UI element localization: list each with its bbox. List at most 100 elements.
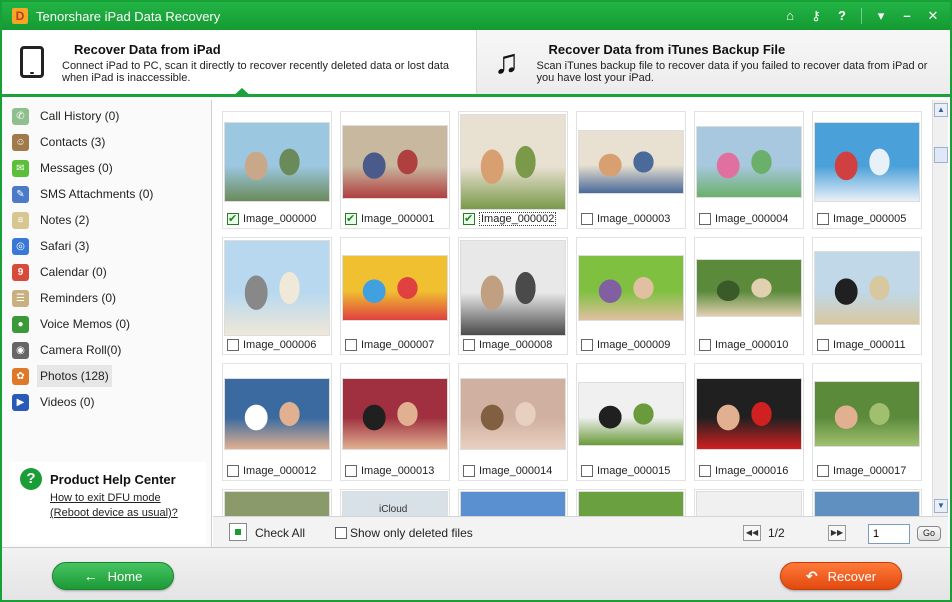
photo-card[interactable]: Image_000003 xyxy=(576,111,686,229)
photo-checkbox[interactable] xyxy=(463,339,475,351)
photo-thumbnail[interactable] xyxy=(224,239,330,337)
photo-thumbnail[interactable] xyxy=(696,365,802,463)
photo-thumbnail[interactable] xyxy=(814,365,920,463)
check-all-button[interactable] xyxy=(229,523,247,541)
photo-thumbnail[interactable] xyxy=(578,113,684,211)
sidebar-item[interactable]: ≡ Notes (2) xyxy=(2,207,211,233)
photo-card[interactable]: Image_000009 xyxy=(576,237,686,355)
photo-card[interactable]: Image_000007 xyxy=(340,237,450,355)
photo-select[interactable]: Image_000011 xyxy=(817,338,906,352)
photo-checkbox[interactable] xyxy=(817,465,829,477)
photo-thumbnail[interactable] xyxy=(696,239,802,337)
reboot-help-link[interactable]: (Reboot device as usual)? xyxy=(50,507,178,519)
photo-checkbox[interactable] xyxy=(581,465,593,477)
photo-select[interactable]: Image_000010 xyxy=(699,338,788,352)
photo-checkbox[interactable] xyxy=(581,213,593,225)
photo-checkbox[interactable] xyxy=(227,212,239,225)
photo-card[interactable]: Image_000008 xyxy=(458,237,568,355)
home-icon[interactable]: ⌂ xyxy=(779,6,801,26)
photo-card[interactable] xyxy=(222,489,332,516)
photo-checkbox[interactable] xyxy=(581,339,593,351)
photo-select[interactable]: Image_000017 xyxy=(817,464,906,478)
photo-select[interactable]: Image_000008 xyxy=(463,338,552,352)
photo-select[interactable]: Image_000007 xyxy=(345,338,434,352)
photo-select[interactable]: Image_000012 xyxy=(227,464,316,478)
photo-card[interactable]: Image_000006 xyxy=(222,237,332,355)
photo-checkbox[interactable] xyxy=(463,465,475,477)
sidebar-item[interactable]: ✆ Call History (0) xyxy=(2,103,211,129)
photo-select[interactable]: Image_000005 xyxy=(817,212,906,226)
photo-thumbnail[interactable] xyxy=(224,113,330,211)
page-number-input[interactable] xyxy=(868,524,910,544)
sidebar-item[interactable]: ◎ Safari (3) xyxy=(2,233,211,259)
photo-card[interactable] xyxy=(576,489,686,516)
photo-thumbnail[interactable] xyxy=(696,113,802,211)
sidebar-item[interactable]: ☺ Contacts (3) xyxy=(2,129,211,155)
home-button[interactable]: ← Home xyxy=(52,562,174,590)
photo-thumbnail[interactable] xyxy=(342,239,448,337)
minimize-icon[interactable]: – xyxy=(896,6,918,26)
photo-checkbox[interactable] xyxy=(345,212,357,225)
photo-thumbnail[interactable] xyxy=(814,491,920,516)
photo-select[interactable]: Image_000006 xyxy=(227,338,316,352)
menu-icon[interactable]: ▾ xyxy=(870,6,892,26)
show-deleted-checkbox[interactable] xyxy=(335,527,347,539)
scroll-up-icon[interactable]: ▲ xyxy=(934,103,948,117)
photo-thumbnail[interactable] xyxy=(814,239,920,337)
dfu-help-link[interactable]: How to exit DFU mode xyxy=(50,492,161,504)
next-page-button[interactable]: ▶▶ xyxy=(828,525,846,541)
photo-checkbox[interactable] xyxy=(699,213,711,225)
gallery-scrollbar[interactable]: ▲ ▼ xyxy=(932,100,948,516)
recover-button[interactable]: ↶ Recover xyxy=(780,562,902,590)
photo-select[interactable]: Image_000015 xyxy=(581,464,670,478)
photo-card[interactable]: Image_000010 xyxy=(694,237,804,355)
photo-thumbnail[interactable] xyxy=(342,113,448,211)
photo-card[interactable]: iCloud xyxy=(340,489,450,516)
help-icon[interactable]: ? xyxy=(831,6,853,26)
photo-thumbnail[interactable] xyxy=(342,365,448,463)
photo-card[interactable]: Image_000014 xyxy=(458,363,568,481)
key-icon[interactable]: ⚷ xyxy=(805,6,827,26)
photo-card[interactable]: Image_000005 xyxy=(812,111,922,229)
photo-select[interactable]: Image_000004 xyxy=(699,212,788,226)
photo-thumbnail[interactable] xyxy=(578,365,684,463)
tab-recover-from-itunes[interactable]: ♫ Recover Data from iTunes Backup File S… xyxy=(476,30,950,94)
photo-card[interactable] xyxy=(694,489,804,516)
photo-checkbox[interactable] xyxy=(463,212,475,225)
photo-card[interactable] xyxy=(812,489,922,516)
photo-select[interactable]: Image_000003 xyxy=(581,212,670,226)
photo-select[interactable]: Image_000009 xyxy=(581,338,670,352)
sidebar-item[interactable]: ✎ SMS Attachments (0) xyxy=(2,181,211,207)
photo-checkbox[interactable] xyxy=(699,465,711,477)
photo-thumbnail[interactable] xyxy=(578,239,684,337)
photo-thumbnail[interactable] xyxy=(814,113,920,211)
photo-card[interactable]: Image_000017 xyxy=(812,363,922,481)
photo-card[interactable]: Image_000012 xyxy=(222,363,332,481)
photo-select[interactable]: Image_000001 xyxy=(345,212,434,226)
photo-select[interactable]: Image_000013 xyxy=(345,464,434,478)
close-icon[interactable]: ✕ xyxy=(922,6,944,26)
photo-thumbnail[interactable] xyxy=(224,365,330,463)
sidebar-item[interactable]: ● Voice Memos (0) xyxy=(2,311,211,337)
photo-select[interactable]: Image_000000 xyxy=(227,212,316,226)
photo-thumbnail[interactable] xyxy=(460,365,566,463)
photo-checkbox[interactable] xyxy=(817,213,829,225)
tab-recover-from-ipad[interactable]: Recover Data from iPad Connect iPad to P… xyxy=(2,30,477,97)
photo-card[interactable]: Image_000001 xyxy=(340,111,450,229)
sidebar-item[interactable]: ☰ Reminders (0) xyxy=(2,285,211,311)
photo-select[interactable]: Image_000016 xyxy=(699,464,788,478)
photo-card[interactable]: Image_000002 xyxy=(458,111,568,229)
scroll-thumb[interactable] xyxy=(934,147,948,163)
photo-card[interactable]: Image_000000 xyxy=(222,111,332,229)
photo-checkbox[interactable] xyxy=(817,339,829,351)
photo-thumbnail[interactable] xyxy=(460,113,566,211)
photo-card[interactable]: Image_000004 xyxy=(694,111,804,229)
photo-thumbnail[interactable] xyxy=(696,491,802,516)
photo-card[interactable]: Image_000013 xyxy=(340,363,450,481)
photo-thumbnail[interactable] xyxy=(224,491,330,516)
sidebar-item[interactable]: ◉ Camera Roll(0) xyxy=(2,337,211,363)
sidebar-item[interactable]: ▶ Videos (0) xyxy=(2,389,211,415)
photo-checkbox[interactable] xyxy=(345,465,357,477)
sidebar-item[interactable]: 9 Calendar (0) xyxy=(2,259,211,285)
photo-thumbnail[interactable] xyxy=(460,491,566,516)
